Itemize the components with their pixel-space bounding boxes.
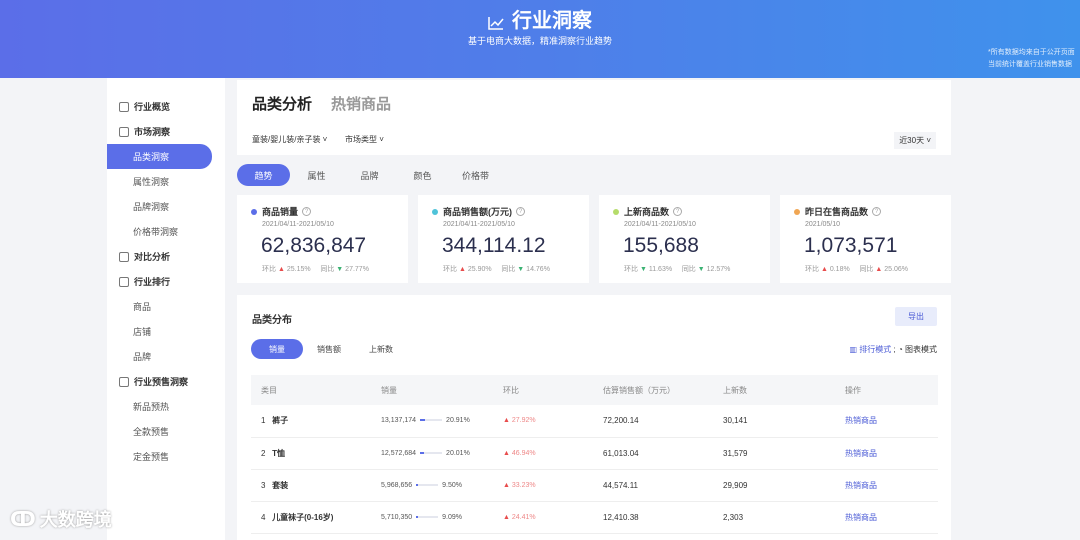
tab-item[interactable]: 颜色 [396, 164, 449, 186]
sidebar-item[interactable]: 价格带洞察 [107, 219, 225, 244]
legend-dot [613, 208, 619, 215]
watermark-logo: ↀ 大数跨境 [10, 508, 112, 531]
column-header: 操作 [835, 375, 938, 405]
metric-tab[interactable]: 上新数 [355, 339, 407, 359]
rank-mode-button[interactable]: ▥ 排行模式 [849, 345, 891, 354]
analysis-header-card: 品类分析 热销商品 童装/婴儿装/亲子装 ˅ 市场类型 ˅ 近30天 ˅ [237, 80, 951, 155]
hot-products-link[interactable]: 热销商品 [845, 513, 877, 522]
metric-value: 62,836,847 [261, 234, 367, 257]
table-row: 4 儿童袜子(0-16岁) 5,710,350 9.09% ▲ 24.41% 12… [251, 501, 938, 534]
chart-mode-button[interactable]: ◔ 图表模式 [898, 345, 937, 354]
metric-card: 昨日在售商品数? 2021/05/10 1,073,571 环比 ▲ 0.18%… [780, 195, 951, 283]
column-header: 销量 [371, 375, 493, 405]
sidebar-item[interactable]: 品牌洞察 [107, 194, 225, 219]
analysis-tabs: 趋势 属性 品牌 颜色 价格带 [237, 164, 502, 186]
tab-item[interactable]: 价格带 [449, 164, 502, 186]
sidebar-item[interactable]: 商品 [107, 294, 225, 319]
metric-value: 344,114.12 [442, 234, 546, 257]
metric-card: 商品销售额(万元)? 2021/04/11-2021/05/10 344,114… [418, 195, 589, 283]
category-filter[interactable]: 童装/婴儿装/亲子装 ˅ [252, 134, 327, 145]
export-button[interactable]: 导出 [895, 307, 937, 326]
table-row: 1 裤子 13,137,174 20.91% ▲ 27.92% 72,200.14… [251, 405, 938, 438]
section-title: 品类分布 [252, 315, 292, 326]
tab-item[interactable]: 趋势 [237, 164, 290, 186]
legend-dot [794, 208, 800, 215]
share-bar [416, 483, 439, 486]
column-header: 类目 [251, 375, 371, 405]
menu-icon [119, 251, 129, 262]
help-icon[interactable]: ? [872, 207, 882, 216]
table-row: 2 T恤 12,572,684 20.01% ▲ 46.94% 61,013.04… [251, 437, 938, 470]
metric-tabs: 销量 销售额 上新数 [251, 339, 407, 359]
sidebar-item[interactable]: 行业排行 [107, 269, 225, 294]
sidebar: 行业概览 市场洞察 品类洞察 属性洞察 品牌洞察 价格带洞察 对比分析 行业排行 商品 店铺 品牌行… [107, 78, 225, 540]
share-bar [420, 451, 443, 454]
sidebar-item[interactable]: 属性洞察 [107, 169, 225, 194]
menu-icon [119, 276, 129, 287]
sidebar-item[interactable]: 全款预售 [107, 419, 225, 444]
metric-card: 商品销量? 2021/04/11-2021/05/10 62,836,847 环… [237, 195, 408, 283]
help-icon[interactable]: ? [302, 207, 312, 216]
hot-products-link[interactable]: 热销商品 [845, 416, 877, 425]
sidebar-item[interactable]: 新品预热 [107, 394, 225, 419]
help-icon[interactable]: ? [516, 207, 525, 216]
column-header: 环比 [493, 375, 593, 405]
sidebar-item[interactable]: 店铺 [107, 319, 225, 344]
sidebar-item[interactable]: 对比分析 [107, 244, 225, 269]
header-note: *所有数据均来自于公开页面 当前统计覆盖行业销售数据 [988, 49, 1075, 68]
header-title: 行业洞察 [0, 4, 1080, 33]
category-table: 类目 销量 环比 估算销售额（万元） 上新数 操作 1 裤子 13,137,174 20.9… [251, 375, 938, 534]
sidebar-item[interactable]: 品类洞察 [107, 144, 212, 169]
view-modes: ▥ 排行模式 ; ◔ 图表模式 [849, 345, 937, 354]
metric-card: 上新商品数? 2021/04/11-2021/05/10 155,688 环比 … [599, 195, 770, 283]
share-bar [420, 419, 443, 422]
column-header: 估算销售额（万元） [593, 375, 713, 405]
tab-item[interactable]: 属性 [290, 164, 343, 186]
menu-icon [119, 126, 129, 137]
help-icon[interactable]: ? [673, 207, 683, 216]
sidebar-item[interactable]: 市场洞察 [107, 119, 225, 144]
legend-dot [432, 208, 438, 215]
table-row: 3 套装 5,968,656 9.50% ▲ 33.23% 44,574.11 2… [251, 469, 938, 502]
tab-category-analysis[interactable]: 品类分析 [252, 93, 312, 114]
hot-products-link[interactable]: 热销商品 [845, 481, 877, 490]
tab-item[interactable]: 品牌 [343, 164, 396, 186]
menu-icon [119, 376, 129, 387]
market-type-filter[interactable]: 市场类型 ˅ [345, 134, 384, 145]
sidebar-item[interactable]: 行业概览 [107, 94, 225, 119]
metric-value: 1,073,571 [804, 234, 898, 257]
date-range-select[interactable]: 近30天 ˅ [894, 132, 936, 149]
category-distribution-card: 品类分布 导出 销量 销售额 上新数 ▥ 排行模式 ; ◔ 图表模式 类目 销量 环比估… [237, 295, 951, 540]
share-bar [416, 515, 439, 518]
metric-tab[interactable]: 销售额 [303, 339, 355, 359]
legend-dot [251, 208, 257, 215]
menu-icon [119, 101, 129, 112]
sidebar-item[interactable]: 行业预售洞察 [107, 369, 225, 394]
sidebar-item[interactable]: 品牌 [107, 344, 225, 369]
metric-value: 155,688 [623, 234, 699, 257]
header-subtitle: 基于电商大数据，精准洞察行业趋势 [467, 36, 612, 46]
sidebar-item[interactable]: 定金预售 [107, 444, 225, 469]
trend-chart-icon [488, 17, 504, 30]
page-header: 行业洞察 基于电商大数据，精准洞察行业趋势 *所有数据均来自于公开页面 当前统计覆… [0, 0, 1080, 78]
metric-tab[interactable]: 销量 [251, 339, 303, 359]
column-header: 上新数 [713, 375, 835, 405]
hot-products-link[interactable]: 热销商品 [845, 449, 877, 458]
tab-hot-products[interactable]: 热销商品 [331, 93, 391, 114]
